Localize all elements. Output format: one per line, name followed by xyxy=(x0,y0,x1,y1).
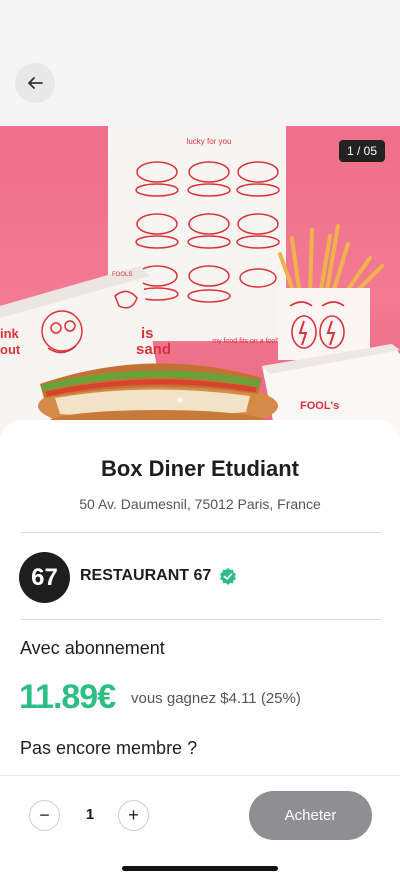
quantity-decrease-button[interactable]: − xyxy=(29,800,60,831)
subscription-price: 11.89€ xyxy=(19,678,116,716)
quantity-increase-button[interactable]: + xyxy=(118,800,149,831)
box-left-text-1: ink xyxy=(0,326,20,341)
plus-icon: + xyxy=(128,805,139,825)
restaurant-logo[interactable]: 67 xyxy=(19,552,70,603)
buy-button[interactable]: Acheter xyxy=(249,791,372,840)
product-address: 50 Av. Daumesnil, 75012 Paris, France xyxy=(79,496,321,512)
subscription-label: Avec abonnement xyxy=(20,638,165,658)
savings-text: vous gagnez $4.11 (25%) xyxy=(131,690,301,707)
image-counter: 1 / 05 xyxy=(338,140,385,162)
verified-badge-icon xyxy=(219,567,237,585)
back-button[interactable] xyxy=(15,63,55,103)
quantity-value: 1 xyxy=(85,806,95,823)
poster-tagline: my food fits on a fool's xyxy=(212,338,282,345)
divider xyxy=(20,532,381,533)
poster-text: lucky for you xyxy=(187,137,232,146)
product-title: Box Diner Etudiant xyxy=(100,456,299,481)
minus-icon: − xyxy=(39,805,50,825)
product-illustration: lucky for you my food fits on a fool's i… xyxy=(0,126,400,436)
restaurant-name[interactable]: RESTAURANT 67 xyxy=(80,567,211,585)
box-brand-small: FOOLS xyxy=(112,272,132,278)
box-left-text-2: out xyxy=(0,342,21,357)
arrow-left-icon xyxy=(28,77,43,89)
not-member-label[interactable]: Pas encore membre ? xyxy=(20,738,197,759)
top-bar xyxy=(0,0,400,126)
divider xyxy=(20,619,381,620)
box-right-text-1: is xyxy=(141,325,154,342)
box-brand-text: FOOL's xyxy=(300,400,339,412)
product-image[interactable]: lucky for you my food fits on a fool's i… xyxy=(0,126,400,436)
home-indicator xyxy=(122,866,278,871)
box-right-text-2: sand xyxy=(136,341,171,358)
